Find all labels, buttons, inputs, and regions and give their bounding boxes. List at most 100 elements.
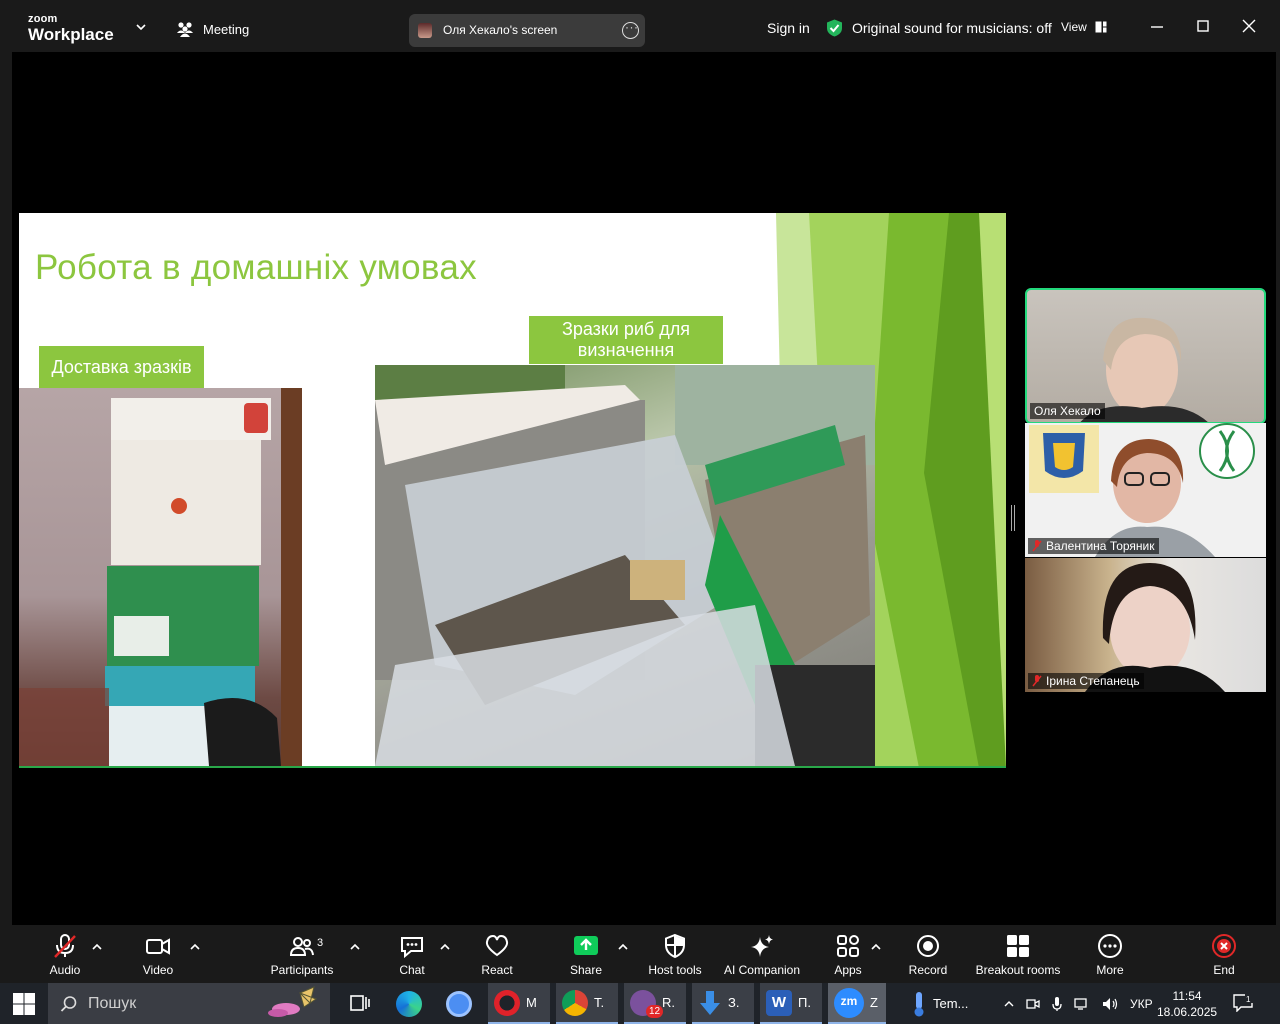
video-options-caret-icon[interactable] bbox=[190, 943, 200, 951]
label-fish-samples: Зразки риб для визначення bbox=[529, 316, 723, 364]
record-icon bbox=[917, 935, 939, 957]
search-icon bbox=[60, 996, 77, 1012]
zoom-workplace-logo: zoom Workplace bbox=[28, 14, 114, 44]
people-icon bbox=[177, 22, 193, 37]
taskbar-zoom[interactable]: zm Z bbox=[828, 983, 886, 1024]
taskbar-opera[interactable]: М bbox=[488, 983, 550, 1024]
viber-badge: 12 bbox=[646, 1004, 664, 1018]
view-button[interactable]: View bbox=[1061, 20, 1107, 34]
svg-text:1: 1 bbox=[1246, 995, 1251, 1004]
opera-icon bbox=[494, 989, 520, 1016]
clock-time: 11:54 bbox=[1172, 989, 1202, 1003]
close-icon[interactable] bbox=[1241, 18, 1257, 34]
taskbar-chrome[interactable]: Т. bbox=[556, 983, 618, 1024]
video-button[interactable]: Video bbox=[138, 933, 178, 977]
taskbar-chromium[interactable] bbox=[440, 983, 480, 1024]
label-sample-delivery: Доставка зразків bbox=[39, 346, 204, 388]
mic-muted-icon bbox=[1032, 675, 1042, 687]
taskbar-word[interactable]: W П. bbox=[760, 983, 822, 1024]
breakout-rooms-label: Breakout rooms bbox=[975, 963, 1061, 977]
react-label: React bbox=[481, 963, 513, 977]
participants-count: 3 bbox=[317, 937, 324, 949]
edge-icon bbox=[396, 990, 422, 1017]
chat-label: Chat bbox=[399, 963, 425, 977]
taskbar-downloader[interactable]: З. bbox=[692, 983, 754, 1024]
meeting-toolbar: Audio Video Participants 3 Chat React Sh… bbox=[0, 925, 1280, 983]
audio-button[interactable]: Audio bbox=[44, 933, 86, 977]
video-label: Video bbox=[142, 963, 174, 977]
breakout-rooms-icon bbox=[1007, 935, 1029, 957]
zoom-icon: zm bbox=[834, 987, 864, 1018]
mic-muted-icon bbox=[54, 934, 76, 958]
meeting-info-button[interactable]: Meeting bbox=[176, 21, 249, 37]
grid-view-icon bbox=[1095, 21, 1107, 33]
participants-button[interactable]: Participants bbox=[268, 933, 336, 977]
sound-status-label: Original sound for musicians: off bbox=[852, 20, 1052, 36]
logo-workplace-text: Workplace bbox=[28, 25, 114, 44]
participant-name: Валентина Торяник bbox=[1046, 539, 1155, 553]
host-tools-button[interactable]: Host tools bbox=[646, 933, 704, 977]
audio-options-caret-icon[interactable] bbox=[92, 943, 102, 951]
sign-in-link[interactable]: Sign in bbox=[767, 20, 810, 36]
taskbar-edge[interactable] bbox=[390, 983, 430, 1024]
task-view-icon[interactable] bbox=[349, 993, 371, 1013]
viber-label: R. bbox=[662, 995, 675, 1010]
participant-tile-active-speaker[interactable]: Оля Хекало bbox=[1025, 288, 1266, 424]
volume-icon[interactable] bbox=[1102, 997, 1118, 1011]
chrome-label: Т. bbox=[594, 995, 605, 1010]
download-arrow-icon bbox=[700, 990, 720, 1015]
windows-start-icon[interactable] bbox=[12, 992, 36, 1016]
more-options-icon[interactable] bbox=[622, 20, 639, 39]
chevron-down-icon[interactable] bbox=[134, 20, 148, 34]
participants-options-caret-icon[interactable] bbox=[350, 943, 360, 951]
taskbar-weather[interactable]: Tem... bbox=[905, 983, 989, 1024]
slide-title: Робота в домашніх умовах bbox=[35, 248, 477, 287]
taskbar-search-box[interactable]: Пошук bbox=[48, 983, 330, 1024]
end-icon bbox=[1212, 934, 1236, 958]
panel-resize-handle[interactable] bbox=[1011, 505, 1015, 531]
zoom-label: Z bbox=[870, 995, 878, 1010]
meet-now-icon[interactable] bbox=[1026, 997, 1040, 1011]
sharer-avatar bbox=[418, 23, 432, 38]
sparkle-icon bbox=[751, 935, 773, 957]
microphone-icon[interactable] bbox=[1052, 996, 1062, 1012]
participant-tile[interactable]: Валентина Торяник bbox=[1025, 423, 1266, 557]
more-button[interactable]: More bbox=[1094, 933, 1126, 977]
chat-icon bbox=[401, 937, 423, 959]
participant-name-tag: Валентина Торяник bbox=[1028, 538, 1159, 554]
left-frame-edge bbox=[0, 52, 12, 925]
shield-icon bbox=[665, 933, 685, 959]
chat-button[interactable]: Chat bbox=[396, 933, 428, 977]
apps-button[interactable]: Apps bbox=[832, 933, 864, 977]
network-icon[interactable] bbox=[1074, 997, 1090, 1011]
title-bar: zoom Workplace Meeting Оля Хекало's scre… bbox=[0, 0, 1280, 52]
taskbar-clock[interactable]: 11:54 18.06.2025 bbox=[1157, 988, 1217, 1020]
apps-label: Apps bbox=[834, 963, 862, 977]
participant-tile[interactable]: Ірина Степанець bbox=[1025, 558, 1266, 692]
word-icon: W bbox=[766, 989, 792, 1016]
screen-share-indicator[interactable]: Оля Хекало's screen bbox=[409, 14, 645, 47]
share-options-caret-icon[interactable] bbox=[618, 943, 628, 951]
tray-expand-icon[interactable] bbox=[1004, 1000, 1014, 1008]
original-sound-indicator[interactable]: Original sound for musicians: off bbox=[826, 19, 1052, 37]
chrome-icon bbox=[562, 989, 588, 1016]
minimize-icon[interactable] bbox=[1149, 18, 1165, 34]
apps-options-caret-icon[interactable] bbox=[871, 943, 881, 951]
participants-label: Participants bbox=[270, 963, 334, 977]
taskbar-viber[interactable]: 12 R. bbox=[624, 983, 686, 1024]
more-icon bbox=[1098, 934, 1122, 958]
video-camera-icon bbox=[146, 938, 170, 955]
maximize-icon[interactable] bbox=[1195, 18, 1211, 34]
record-button[interactable]: Record bbox=[905, 933, 951, 977]
system-tray: УКР bbox=[1004, 983, 1153, 1024]
chat-options-caret-icon[interactable] bbox=[440, 943, 450, 951]
react-button[interactable]: React bbox=[479, 933, 515, 977]
end-meeting-button[interactable]: End bbox=[1208, 933, 1240, 977]
ai-companion-button[interactable]: AI Companion bbox=[722, 933, 802, 977]
share-button[interactable]: Share bbox=[568, 933, 604, 977]
participant-name-tag: Оля Хекало bbox=[1030, 403, 1105, 419]
keyboard-language[interactable]: УКР bbox=[1130, 997, 1153, 1011]
breakout-rooms-button[interactable]: Breakout rooms bbox=[973, 933, 1063, 977]
shield-check-icon bbox=[827, 19, 842, 37]
notifications-icon[interactable]: 1 bbox=[1233, 994, 1253, 1012]
